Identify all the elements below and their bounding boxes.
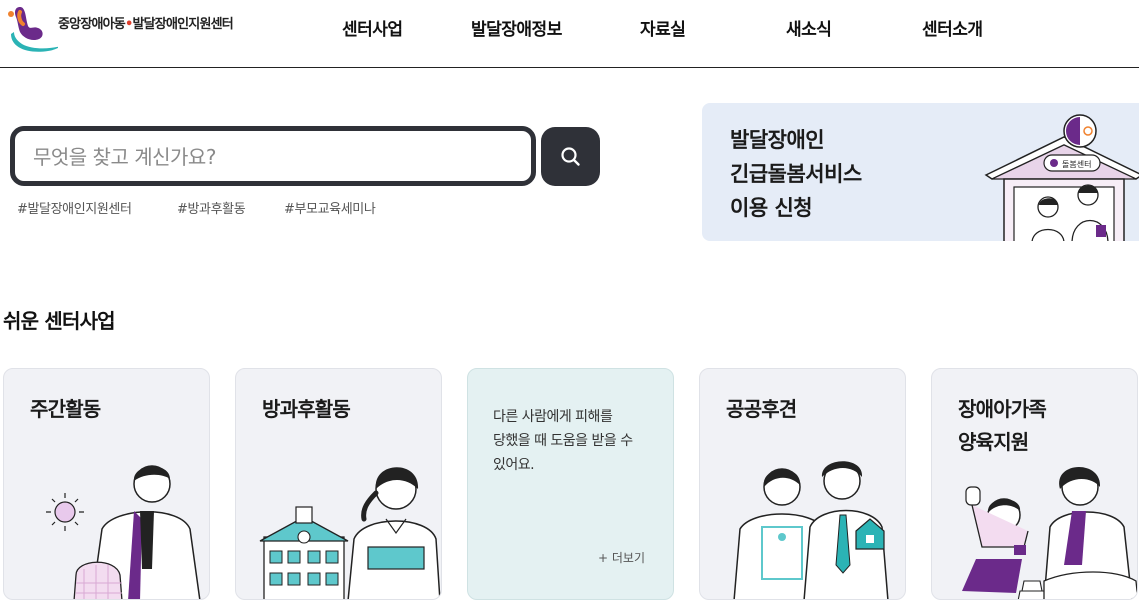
nav-news[interactable]: 새소식	[786, 15, 832, 41]
banner-line: 발달장애인	[730, 128, 825, 152]
weekday-activity-illustration	[46, 465, 201, 599]
nav-developmental-disability-info[interactable]: 발달장애정보	[471, 15, 562, 41]
section-title: 쉬운 센터사업	[3, 309, 116, 333]
tag-parent-seminar[interactable]: #부모교육세미나	[284, 198, 376, 217]
banner-text: 발달장애인 긴급돌봄서비스 이용 신청	[730, 123, 862, 225]
site-logo[interactable]: 중앙장애아동•발달장애인지원센터	[6, 2, 256, 56]
search-icon	[561, 147, 580, 166]
card-description: 다른 사람에게 피해를 당했을 때 도움을 받을 수 있어요.	[493, 409, 633, 473]
search-input[interactable]	[33, 139, 513, 175]
logo-mark-icon	[8, 7, 58, 52]
card-victim-support[interactable]: 다른 사람에게 피해를 당했을 때 도움을 받을 수 있어요. + 더보기	[467, 368, 674, 600]
nav-about-center[interactable]: 센터소개	[922, 15, 983, 41]
search-button[interactable]	[541, 127, 600, 186]
public-guardianship-illustration	[733, 461, 889, 599]
card-family-parenting-support[interactable]: 장애아가족 양육지원	[931, 368, 1138, 600]
nav-center-business[interactable]: 센터사업	[342, 15, 403, 41]
banner-line: 이용 신청	[730, 196, 813, 220]
nav-resources[interactable]: 자료실	[640, 15, 686, 41]
card-after-school-activity[interactable]: 방과후활동	[235, 368, 442, 600]
card-weekday-activity[interactable]: 주간활동	[3, 368, 210, 600]
logo-text: 중앙장애아동•발달장애인지원센터	[58, 17, 234, 32]
banner-sign-text: 돌봄센터	[1062, 159, 1091, 169]
tag-developmental-center[interactable]: #발달장애인지원센터	[17, 198, 132, 217]
after-school-illustration	[259, 467, 441, 599]
tag-after-school[interactable]: #방과후활동	[177, 198, 246, 217]
card-public-guardianship[interactable]: 공공후견	[699, 368, 906, 600]
more-link[interactable]: + 더보기	[598, 549, 645, 566]
site-header: 중앙장애아동•발달장애인지원센터 센터사업 발달장애정보 자료실 새소식 센터소…	[0, 0, 1139, 68]
family-parenting-illustration	[962, 466, 1137, 599]
search-box	[10, 126, 536, 186]
banner-line: 긴급돌봄서비스	[730, 162, 862, 186]
emergency-care-banner[interactable]: 발달장애인 긴급돌봄서비스 이용 신청 돌봄센터	[702, 103, 1139, 241]
care-center-illustration: 돌봄센터	[984, 114, 1139, 241]
